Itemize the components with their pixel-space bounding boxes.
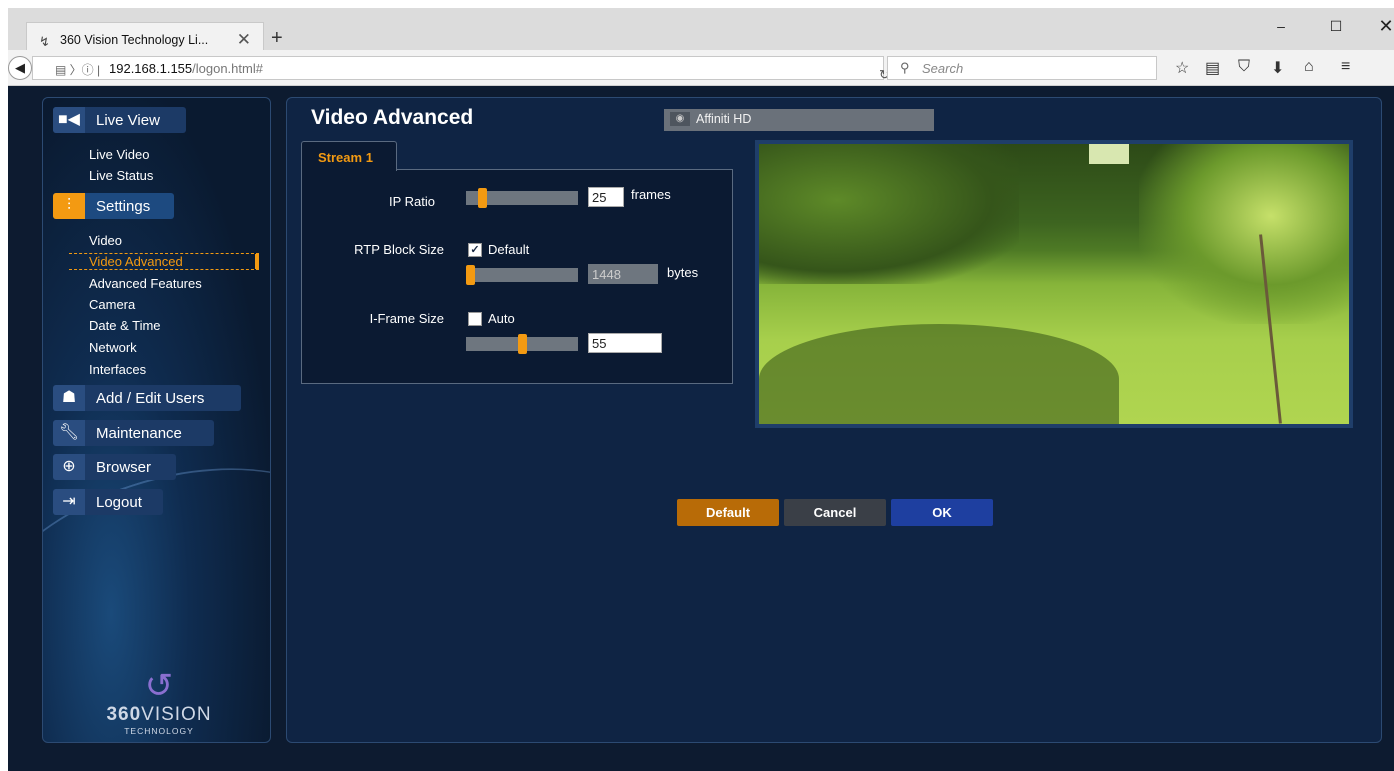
menu-browser-label: Browser: [96, 459, 152, 476]
360vision-logo: ↺ 360VISION TECHNOLOGY: [79, 668, 239, 738]
rtp-block-size-unit: bytes: [667, 265, 699, 280]
search-placeholder: Search: [922, 61, 964, 76]
reading-list-icon[interactable]: ▤: [1205, 58, 1220, 78]
cancel-button[interactable]: Cancel: [784, 499, 886, 526]
rtp-block-size-input[interactable]: 1448: [588, 264, 658, 284]
logout-icon: ⇥: [53, 489, 85, 515]
menu-add-edit-users[interactable]: ☗ Add / Edit Users: [53, 385, 241, 411]
search-icon: ⚲: [900, 60, 910, 75]
sidebar-item-camera[interactable]: Camera: [89, 297, 135, 312]
sidebar-item-network[interactable]: Network: [89, 340, 137, 355]
iframe-size-input[interactable]: 55: [588, 333, 662, 353]
camera-preview-image: [755, 140, 1353, 428]
page-title: Video Advanced: [311, 106, 474, 129]
menu-logout[interactable]: ⇥ Logout: [53, 489, 163, 515]
ok-button[interactable]: OK: [891, 499, 993, 526]
main-panel: Video Advanced ◉ Affiniti HD Stream 1 IP…: [286, 97, 1382, 743]
preview-trees-right: [1139, 144, 1349, 324]
sidebar-item-interfaces[interactable]: Interfaces: [89, 362, 146, 377]
url-path: /logon.html#: [192, 61, 263, 76]
ip-ratio-slider[interactable]: [466, 188, 578, 208]
url-text: 192.168.1.155/logon.html#: [109, 61, 263, 76]
sidebar: ■◀ Live View Live Video Live Status ⫶ Se…: [42, 97, 271, 743]
sidebar-item-live-status[interactable]: Live Status: [89, 168, 153, 183]
search-input[interactable]: ⚲ Search: [887, 56, 1157, 80]
logo-subtitle: TECHNOLOGY: [124, 726, 194, 736]
site-info-icon[interactable]: ▤ 〉ⓘ |: [55, 61, 100, 78]
menu-browser[interactable]: ⊕ Browser: [53, 454, 176, 480]
url-bar[interactable]: ▤ 〉ⓘ | 192.168.1.155/logon.html# ↻: [32, 56, 890, 82]
stream-settings-panel: IP Ratio 25 frames RTP Block Size ✓ Defa…: [301, 169, 733, 384]
menu-add-edit-users-label: Add / Edit Users: [96, 390, 205, 407]
menu-live-view[interactable]: ■◀ Live View: [53, 107, 186, 133]
preview-trees-left: [759, 144, 1019, 284]
iframe-auto-label: Auto: [488, 311, 515, 326]
app-area: ■◀ Live View Live Video Live Status ⫶ Se…: [8, 86, 1394, 771]
sliders-icon: ⫶: [53, 193, 85, 219]
url-host: 192.168.1.155: [109, 61, 193, 76]
preview-shadow: [759, 324, 1119, 424]
sidebar-item-live-video[interactable]: Live Video: [89, 147, 149, 162]
camera-select-label: Affiniti HD: [696, 112, 752, 126]
window-close-button[interactable]: ✕: [1368, 16, 1394, 40]
menu-live-view-label: Live View: [96, 112, 160, 129]
pocket-icon[interactable]: ⛉: [1238, 58, 1250, 76]
ip-ratio-input[interactable]: 25: [588, 187, 624, 207]
globe-icon: ⊕: [53, 454, 85, 480]
logo-name-bold: 360: [106, 704, 142, 725]
add-user-icon: ☗: [53, 385, 85, 411]
browser-navbar: ◀ ▤ 〉ⓘ | 192.168.1.155/logon.html# ↻ ⚲ S…: [8, 50, 1394, 86]
window-minimize-button[interactable]: –: [1263, 18, 1299, 42]
new-tab-button[interactable]: +: [271, 27, 283, 50]
rtp-default-checkbox[interactable]: ✓: [468, 243, 482, 257]
menu-icon[interactable]: ≡: [1341, 58, 1350, 76]
sidebar-item-video[interactable]: Video: [89, 233, 122, 248]
site-favicon-icon: ↯: [39, 34, 50, 49]
logo-swirl-icon: ↺: [144, 667, 174, 705]
download-icon[interactable]: ⬇: [1271, 58, 1284, 78]
menu-maintenance[interactable]: 🔧︎ Maintenance: [53, 420, 214, 446]
home-icon[interactable]: ⌂: [1304, 58, 1314, 76]
iframe-size-slider[interactable]: [466, 334, 578, 354]
bookmark-star-icon[interactable]: ☆: [1175, 58, 1189, 78]
iframe-size-label: I-Frame Size: [369, 311, 444, 326]
ip-ratio-slider-thumb[interactable]: [478, 188, 488, 208]
default-button[interactable]: Default: [677, 499, 779, 526]
camera-icon: ◉: [670, 112, 690, 126]
sidebar-item-advanced-features[interactable]: Advanced Features: [89, 276, 202, 291]
iframe-size-slider-thumb[interactable]: [517, 334, 527, 354]
menu-settings[interactable]: ⫶ Settings: [53, 193, 174, 219]
wrench-icon: 🔧︎: [53, 420, 85, 446]
rtp-block-size-slider[interactable]: [466, 265, 578, 285]
preview-sky: [1089, 144, 1129, 164]
sidebar-item-date-time[interactable]: Date & Time: [89, 318, 161, 333]
window-maximize-button[interactable]: ☐: [1318, 18, 1354, 42]
camera-select[interactable]: ◉ Affiniti HD: [664, 109, 934, 131]
logo-name-rest: VISION: [141, 704, 212, 725]
back-arrow-icon[interactable]: ◀: [8, 56, 32, 80]
rtp-block-size-label: RTP Block Size: [354, 242, 444, 257]
ip-ratio-label: IP Ratio: [388, 194, 435, 209]
video-camera-icon: ■◀: [53, 107, 85, 133]
sidebar-item-video-advanced[interactable]: Video Advanced: [69, 253, 259, 270]
ip-ratio-unit: frames: [631, 187, 671, 202]
rtp-block-size-slider-thumb[interactable]: [466, 265, 475, 285]
menu-logout-label: Logout: [96, 494, 142, 511]
tab-stream-1[interactable]: Stream 1: [301, 141, 397, 171]
iframe-auto-checkbox[interactable]: [468, 312, 482, 326]
menu-maintenance-label: Maintenance: [96, 425, 182, 442]
browser-titlebar: ↯ 360 Vision Technology Li... ✕ + – ☐ ✕: [8, 8, 1394, 58]
tab-close-icon[interactable]: ✕: [237, 30, 251, 50]
menu-settings-label: Settings: [96, 198, 151, 215]
logo-name: 360VISION: [79, 704, 239, 726]
rtp-default-label: Default: [488, 242, 530, 257]
tab-title: 360 Vision Technology Li...: [60, 33, 209, 47]
